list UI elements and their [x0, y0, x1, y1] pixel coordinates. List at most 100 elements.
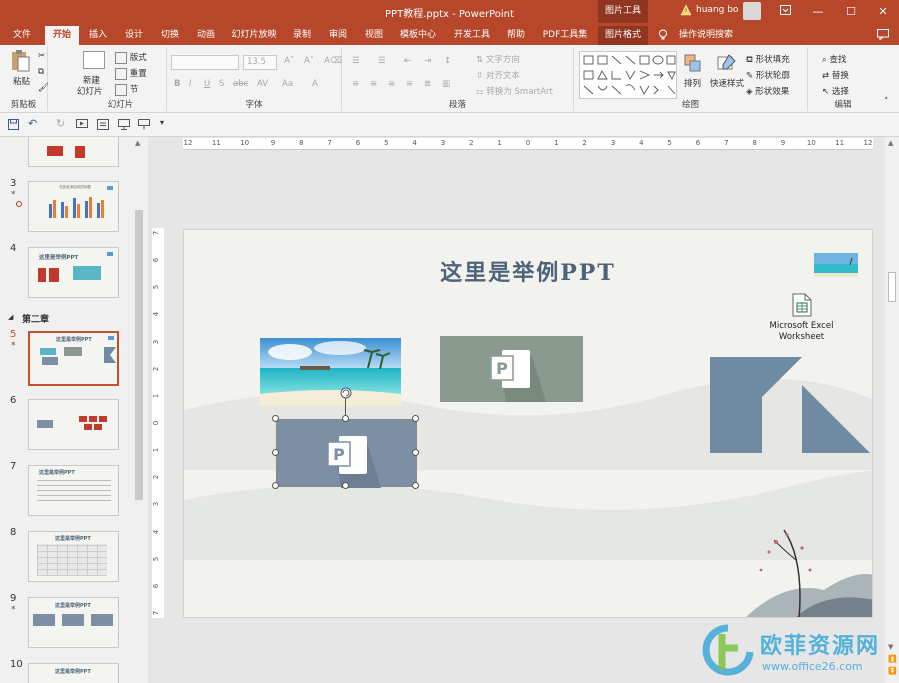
resize-handle-r[interactable]	[412, 449, 419, 456]
section-button[interactable]: 节	[115, 83, 138, 96]
clear-format-icon[interactable]: A⌫	[324, 56, 342, 66]
distribute-icon[interactable]: ≣	[424, 79, 431, 89]
underline-button[interactable]: U	[204, 79, 210, 89]
text-direction-button[interactable]: ⇅ 文字方向	[476, 53, 520, 65]
shape-effects-button[interactable]: ◈ 形状效果	[746, 85, 789, 97]
slide-thumbnail-5-selected[interactable]: 这里是举例PPT	[28, 331, 119, 386]
tab-developer[interactable]: 开发工具	[450, 26, 494, 45]
char-spacing-button[interactable]: AV	[257, 79, 268, 89]
ribbon-display-options-button[interactable]	[770, 0, 800, 23]
resize-handle-tl[interactable]	[272, 415, 279, 422]
layout-button[interactable]: 版式	[115, 51, 147, 64]
decrease-indent-icon[interactable]: ⇤	[404, 56, 411, 66]
tab-template-center[interactable]: 模板中心	[396, 26, 440, 45]
align-text-button[interactable]: ⇳ 对齐文本	[476, 69, 520, 81]
tab-home[interactable]: 开始	[45, 26, 79, 45]
shape-outline-button[interactable]: ✎ 形状轮廓	[746, 69, 790, 81]
replace-button[interactable]: ⇄ 替换	[822, 69, 849, 81]
tab-help[interactable]: 帮助	[502, 26, 530, 45]
slide-canvas[interactable]: 这里是举例PPT P P Microsoft Excel Worksheet	[183, 229, 873, 618]
close-button[interactable]: ✕	[868, 0, 898, 23]
tab-view[interactable]: 视图	[360, 26, 388, 45]
arrange-icon[interactable]	[684, 53, 702, 73]
tab-slideshow[interactable]: 幻灯片放映	[228, 26, 280, 45]
excel-file-icon[interactable]	[792, 293, 812, 317]
resize-handle-t[interactable]	[342, 415, 349, 422]
tab-pdf-tools[interactable]: PDF工具集	[540, 26, 590, 45]
copy-icon[interactable]: ⧉	[38, 67, 44, 77]
resize-handle-bl[interactable]	[272, 482, 279, 489]
arrange-button[interactable]: 排列	[684, 77, 701, 89]
canvas-scrollbar-thumb[interactable]	[888, 272, 896, 302]
font-color-icon[interactable]: A	[312, 79, 318, 89]
slide-thumbnail-9[interactable]: 这里是举例PPT	[28, 597, 119, 648]
resize-handle-tr[interactable]	[412, 415, 419, 422]
new-slide-icon[interactable]	[83, 51, 105, 69]
tab-file[interactable]: 文件	[6, 26, 38, 45]
reset-button[interactable]: 重置	[115, 67, 147, 80]
bold-button[interactable]: B	[174, 79, 180, 89]
panel-scrollbar-thumb[interactable]	[135, 210, 143, 500]
change-case-button[interactable]: Aa	[282, 79, 293, 89]
presenter-icon[interactable]	[118, 119, 130, 133]
select-button[interactable]: ↖ 选择	[822, 85, 849, 97]
undo-icon[interactable]: ↶	[28, 117, 37, 130]
beach-picture[interactable]	[260, 338, 401, 406]
align-center-icon[interactable]: ≡	[370, 79, 377, 89]
minimize-button[interactable]: —	[803, 0, 833, 23]
rotate-handle-icon[interactable]	[339, 386, 353, 400]
collapse-ribbon-icon[interactable]: ˄	[884, 97, 889, 107]
italic-button[interactable]: I	[189, 79, 192, 89]
ppt-object-icon-selected[interactable]: P	[276, 419, 417, 488]
small-beach-picture[interactable]	[814, 253, 858, 277]
tab-transitions[interactable]: 切换	[156, 26, 184, 45]
section-collapse-icon[interactable]: ◢	[8, 313, 13, 321]
blue-shape[interactable]	[710, 357, 873, 457]
start-from-beginning-icon[interactable]	[76, 119, 88, 133]
columns-icon[interactable]: ▥	[442, 79, 450, 89]
tab-design[interactable]: 设计	[120, 26, 148, 45]
smartart-button[interactable]: ⚏ 转换为 SmartArt	[476, 85, 553, 97]
section-label[interactable]: 第二章	[22, 312, 49, 325]
numbering-icon[interactable]: ☰	[378, 56, 386, 66]
quick-styles-button[interactable]: 快速样式	[710, 77, 744, 89]
avatar[interactable]	[743, 2, 761, 20]
user-name[interactable]: huang bo	[696, 5, 738, 15]
scroll-up-icon[interactable]: ▲	[135, 139, 140, 147]
slide-thumbnail-8[interactable]: 这里是举例PPT	[28, 531, 119, 582]
resize-handle-l[interactable]	[272, 449, 279, 456]
tell-me-search[interactable]: 操作说明搜索	[674, 26, 738, 45]
slide-thumbnail-3[interactable]: 在此处添加你的标题	[28, 181, 119, 232]
slide-thumbnail-6[interactable]	[28, 399, 119, 450]
tab-record[interactable]: 录制	[288, 26, 316, 45]
align-right-icon[interactable]: ≡	[388, 79, 395, 89]
shrink-font-icon[interactable]: A˅	[304, 56, 314, 66]
new-slide-button-line2[interactable]: 幻灯片	[77, 85, 103, 97]
increase-indent-icon[interactable]: ⇥	[424, 56, 431, 66]
resize-handle-br[interactable]	[412, 482, 419, 489]
grow-font-icon[interactable]: A˄	[284, 56, 294, 66]
slide-title[interactable]: 这里是举例PPT	[184, 255, 872, 287]
quick-styles-icon[interactable]	[717, 53, 737, 73]
slide-thumbnail-2[interactable]	[28, 137, 119, 167]
slide-thumbnail-10[interactable]: 这里是举例PPT	[28, 663, 119, 683]
ppt-object-icon[interactable]: P	[440, 336, 583, 402]
font-name-input[interactable]	[171, 55, 239, 70]
new-doc-icon[interactable]	[97, 119, 109, 133]
shapes-gallery[interactable]	[579, 51, 677, 99]
paste-icon[interactable]	[10, 49, 30, 73]
tab-review[interactable]: 审阅	[324, 26, 352, 45]
paste-button[interactable]: 粘贴	[13, 75, 30, 87]
customize-qat-icon[interactable]: ▾	[160, 118, 164, 127]
scroll-up-icon[interactable]: ▲	[888, 139, 893, 147]
tab-insert[interactable]: 插入	[84, 26, 112, 45]
save-icon[interactable]	[8, 119, 19, 133]
canvas-scrollbar[interactable]: ▲ ▼ ⏫ ⏬	[885, 137, 899, 683]
cut-icon[interactable]: ✂	[38, 51, 45, 61]
resize-handle-b[interactable]	[342, 482, 349, 489]
slide-thumbnail-7[interactable]: 这里是举例PPT	[28, 465, 119, 516]
shadow-button[interactable]: S	[219, 79, 224, 89]
touch-mode-icon[interactable]	[138, 119, 150, 133]
excel-object-label[interactable]: Microsoft Excel Worksheet	[754, 321, 849, 343]
tab-animations[interactable]: 动画	[192, 26, 220, 45]
